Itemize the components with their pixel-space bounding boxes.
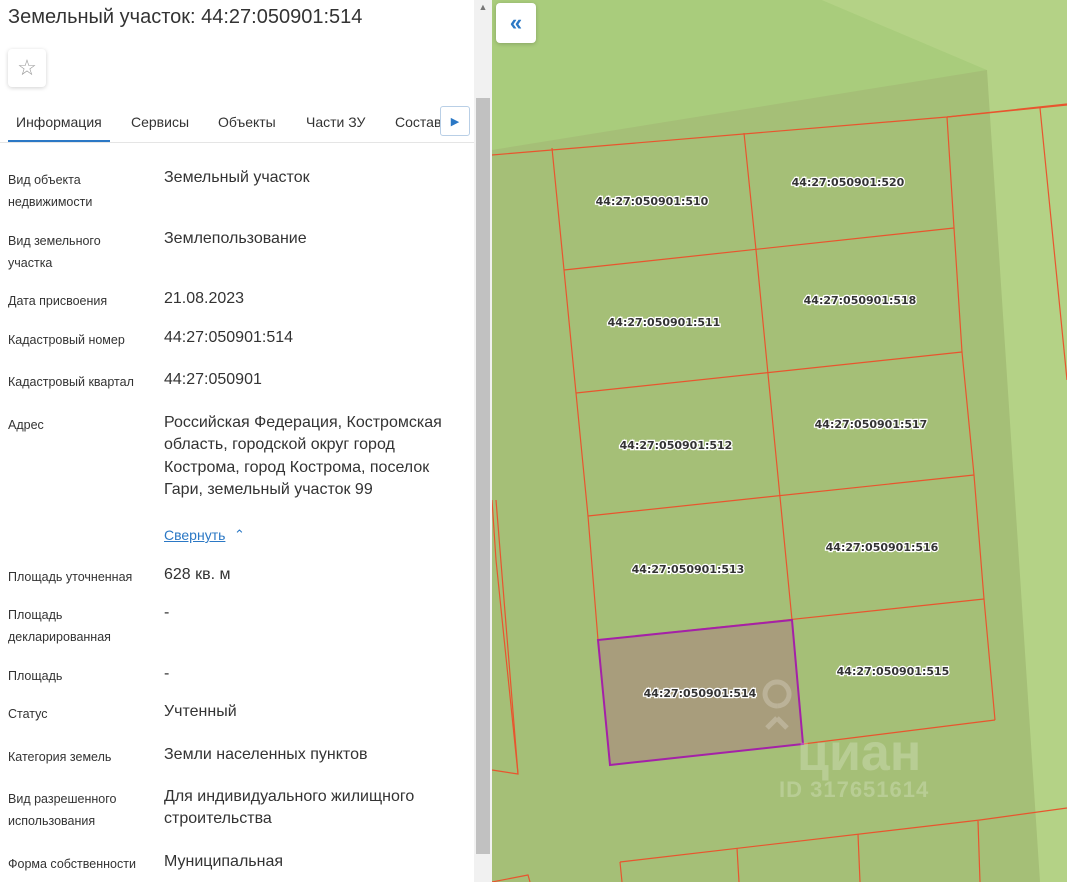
scroll-up-arrow-icon[interactable]: ▲ [474,0,492,14]
chevron-up-icon[interactable]: ⌃ [234,527,245,543]
tab-composition[interactable]: Состав [395,104,440,140]
assign-date-value: 21.08.2023 [164,290,245,307]
address-label: Адрес [8,418,44,432]
tabs-next-button[interactable]: ▶ [440,106,470,136]
area-label: Площадь [8,669,63,683]
watermark-id: ID 317651614 [779,777,929,802]
permitted-use-value: Для индивидуального жилищного строительс… [164,788,415,828]
parcel-label-512[interactable]: 44:27:050901:512 [618,438,733,454]
tab-services[interactable]: Сервисы [131,104,189,140]
parcel-label-517[interactable]: 44:27:050901:517 [813,417,928,433]
area-declared-value: - [164,604,170,621]
tab-information[interactable]: Информация [8,104,110,142]
cadastral-number-value: 44:27:050901:514 [164,329,294,346]
caret-right-icon: ▶ [450,115,460,128]
status-value: Учтенный [164,703,237,720]
collapse-panel-button[interactable]: « [496,3,536,43]
ownership-value: Муниципальная [164,853,284,870]
cadastral-map[interactable]: 44:27:050901:510 44:27:050901:520 44:27:… [492,0,1067,882]
scrollbar-thumb[interactable] [476,98,490,854]
cadastral-number-label: Кадастровый номер [8,333,125,347]
area-specified-value: 628 кв. м [164,566,231,583]
address-value: Российская Федерация, Костромская област… [164,414,442,498]
object-type-value: Земельный участок [164,169,310,186]
tab-bar: Информация Сервисы Объекты Части ЗУ Сост… [0,104,474,143]
permitted-use-label: Вид разрешенного использования [8,792,117,828]
parcel-label-511[interactable]: 44:27:050901:511 [606,315,721,331]
ownership-label: Форма собственности [8,857,136,871]
collapse-address-link[interactable]: Свернуть [164,527,225,543]
favorite-button[interactable]: ☆ [8,49,46,87]
parcel-label-510[interactable]: 44:27:050901:510 [594,194,710,210]
parcel-label-520[interactable]: 44:27:050901:520 [790,175,906,191]
area-declared-label: Площадь декларированная [8,608,111,644]
tab-objects[interactable]: Объекты [218,104,276,140]
double-chevron-left-icon: « [509,10,523,35]
land-type-label: Вид земельного участка [8,234,101,270]
parcel-label-513[interactable]: 44:27:050901:513 [630,562,745,578]
info-panel: Земельный участок: 44:27:050901:514 ☆ Ин… [0,0,492,882]
area-value: - [164,665,170,682]
parcel-label-516[interactable]: 44:27:050901:516 [824,540,940,556]
cadastral-quarter-label: Кадастровый квартал [8,375,134,389]
page-title: Земельный участок: 44:27:050901:514 [8,6,363,28]
watermark-text: циан [797,724,921,782]
land-type-value: Землепользование [164,230,307,247]
map-canvas: 44:27:050901:510 44:27:050901:520 44:27:… [492,0,1067,882]
land-category-value: Земли населенных пунктов [164,746,368,763]
parcel-label-518[interactable]: 44:27:050901:518 [802,293,917,309]
star-icon: ☆ [17,55,37,80]
parcel-label-514[interactable]: 44:27:050901:514 [642,686,758,702]
object-type-label: Вид объекта недвижимости [8,173,93,209]
tab-parts[interactable]: Части ЗУ [306,104,365,140]
parcel-label-515[interactable]: 44:27:050901:515 [835,664,950,680]
land-category-label: Категория земель [8,750,112,764]
assign-date-label: Дата присвоения [8,294,108,308]
status-label: Статус [8,707,48,721]
cadastral-quarter-value: 44:27:050901 [164,371,262,388]
area-specified-label: Площадь уточненная [8,570,133,584]
